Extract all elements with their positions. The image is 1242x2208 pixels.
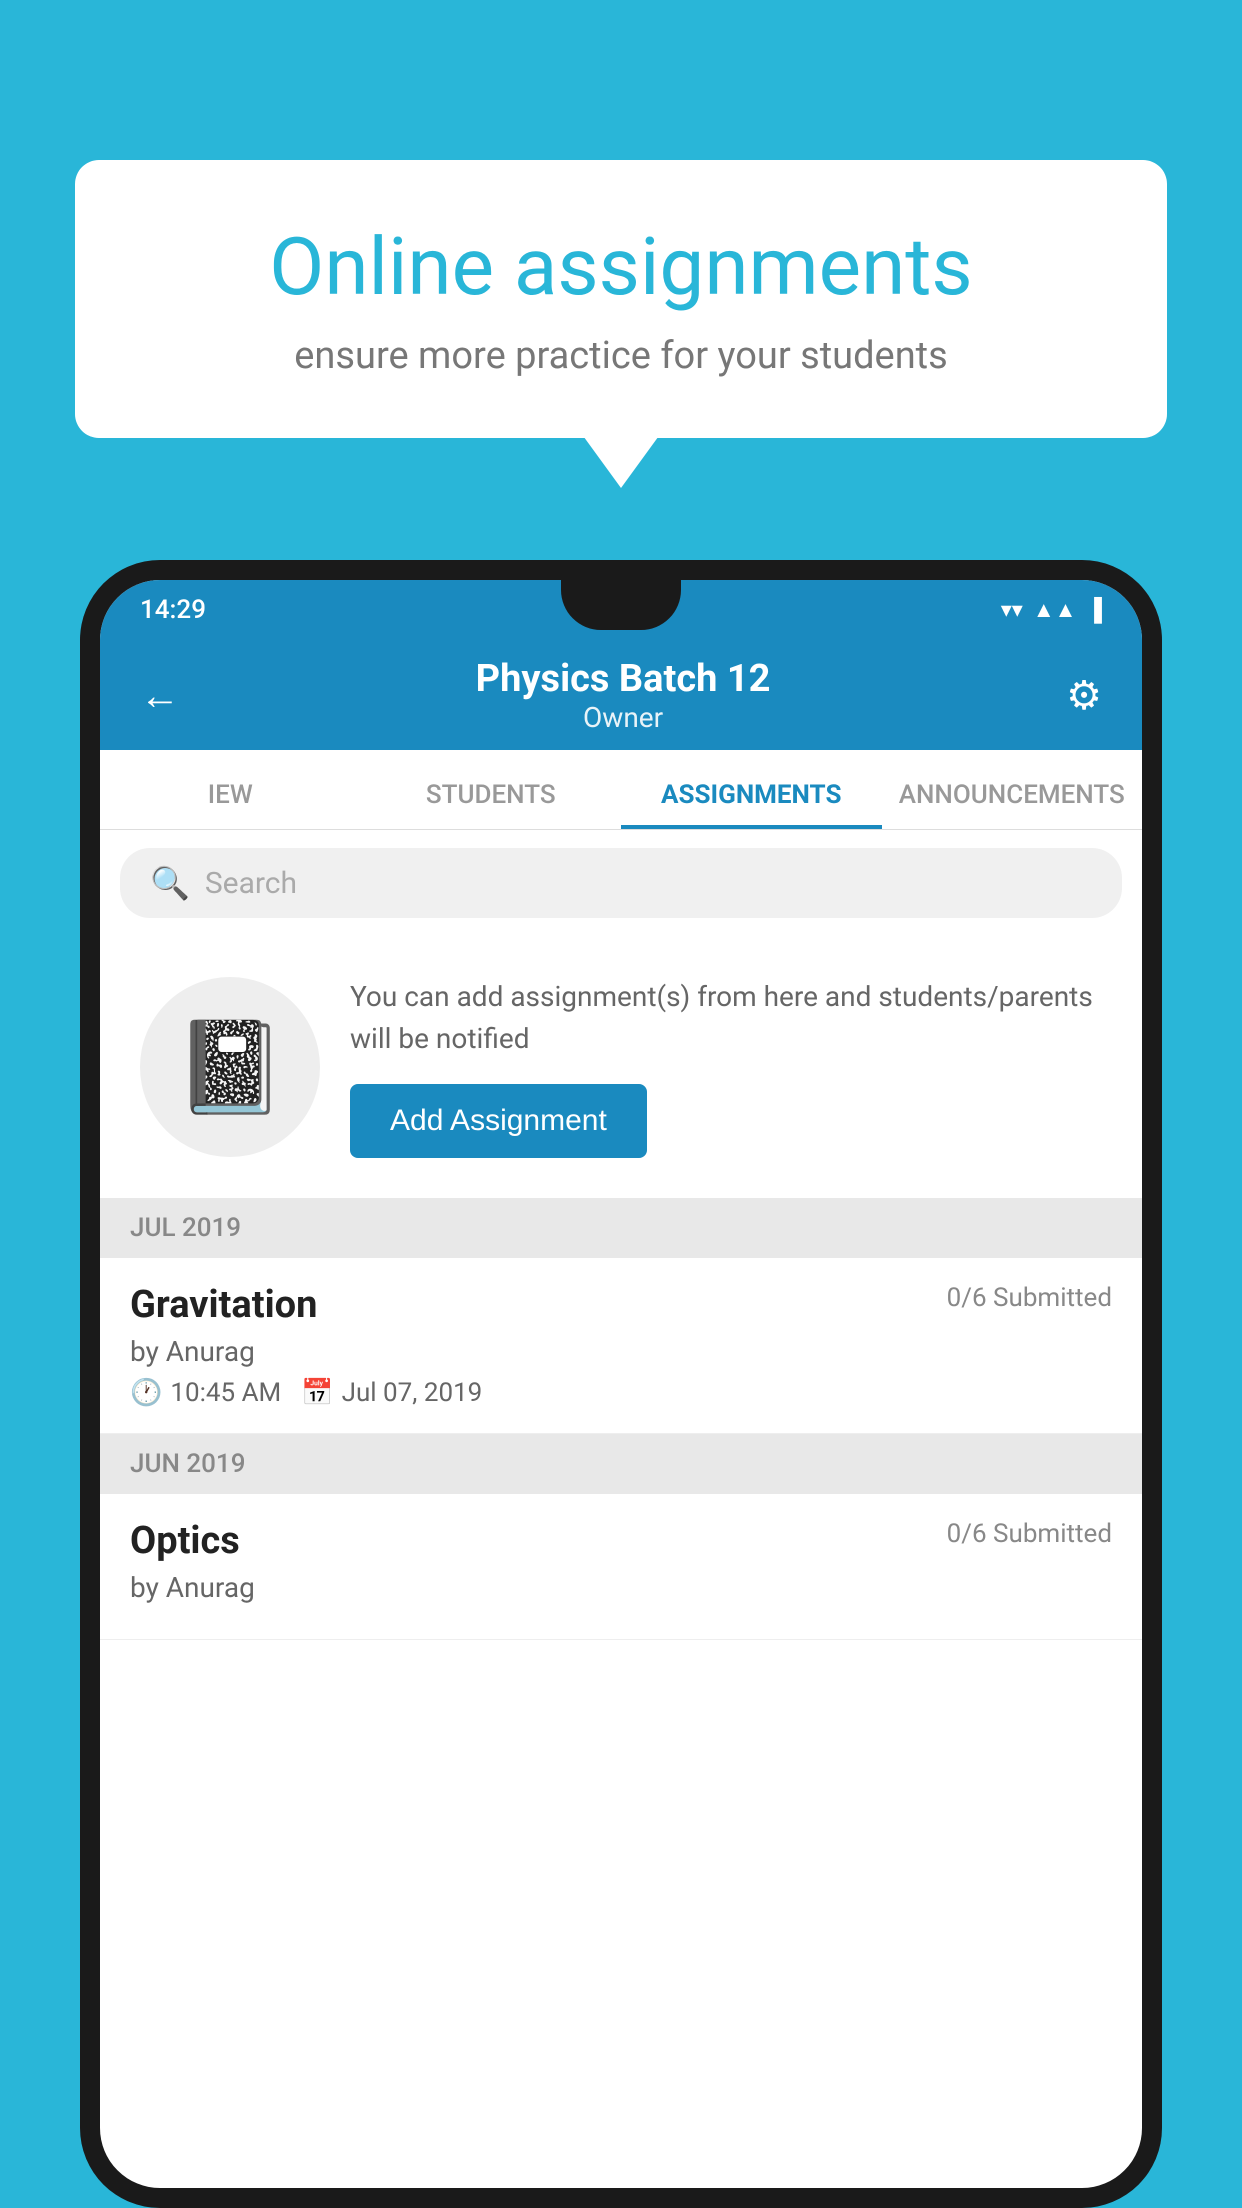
assignment-top: Gravitation 0/6 Submitted <box>130 1283 1112 1327</box>
info-text-area: You can add assignment(s) from here and … <box>350 976 1102 1158</box>
assignment-meta-gravitation: 🕐 10:45 AM 📅 Jul 07, 2019 <box>130 1378 1112 1408</box>
assignment-top-optics: Optics 0/6 Submitted <box>130 1519 1112 1563</box>
bubble-box: Online assignments ensure more practice … <box>75 160 1167 438</box>
notch <box>561 580 681 630</box>
time-meta: 🕐 10:45 AM <box>130 1378 281 1408</box>
add-assignment-button[interactable]: Add Assignment <box>350 1084 647 1158</box>
assignment-author-gravitation: by Anurag <box>130 1335 1112 1368</box>
tab-students[interactable]: STUDENTS <box>361 765 622 829</box>
battery-icon: ▐ <box>1086 597 1102 623</box>
assignment-submitted-gravitation: 0/6 Submitted <box>947 1283 1112 1313</box>
bubble-subtitle: ensure more practice for your students <box>155 334 1087 378</box>
app-header: ← Physics Batch 12 Owner ⚙ <box>100 640 1142 750</box>
assignment-submitted-optics: 0/6 Submitted <box>947 1519 1112 1549</box>
clock-icon: 🕐 <box>130 1378 162 1408</box>
settings-button[interactable]: ⚙ <box>1066 672 1102 719</box>
tab-announcements[interactable]: ANNOUNCEMENTS <box>882 765 1143 829</box>
tab-iew[interactable]: IEW <box>100 765 361 829</box>
info-card: 📓 You can add assignment(s) from here an… <box>100 936 1142 1198</box>
status-icons: ▾▾ ▲▲ ▐ <box>1001 597 1102 623</box>
assignment-title-optics: Optics <box>130 1519 240 1563</box>
phone-screen: 14:29 ▾▾ ▲▲ ▐ ← Physics Batch 12 Owner ⚙… <box>100 580 1142 2188</box>
bubble-title: Online assignments <box>155 220 1087 314</box>
section-header-jun: JUN 2019 <box>100 1434 1142 1494</box>
back-button[interactable]: ← <box>140 672 180 719</box>
content-area: 🔍 Search 📓 You can add assignment(s) fro… <box>100 830 1142 1640</box>
tab-assignments[interactable]: ASSIGNMENTS <box>621 765 882 829</box>
header-subtitle: Owner <box>476 701 771 734</box>
status-time: 14:29 <box>140 595 206 625</box>
assignment-item-gravitation[interactable]: Gravitation 0/6 Submitted by Anurag 🕐 10… <box>100 1258 1142 1434</box>
signal-icon: ▲▲ <box>1033 597 1077 623</box>
search-placeholder: Search <box>205 866 297 901</box>
assignment-icon-circle: 📓 <box>140 977 320 1157</box>
assignment-title-gravitation: Gravitation <box>130 1283 317 1327</box>
header-title: Physics Batch 12 <box>476 657 771 701</box>
calendar-icon: 📅 <box>301 1378 333 1408</box>
date-meta: 📅 Jul 07, 2019 <box>301 1378 482 1408</box>
wifi-icon: ▾▾ <box>1001 598 1023 623</box>
section-header-jul: JUL 2019 <box>100 1198 1142 1258</box>
notebook-icon: 📓 <box>174 1015 286 1120</box>
header-center: Physics Batch 12 Owner <box>476 657 771 734</box>
phone-body: 14:29 ▾▾ ▲▲ ▐ ← Physics Batch 12 Owner ⚙… <box>80 560 1162 2208</box>
phone-mockup: 14:29 ▾▾ ▲▲ ▐ ← Physics Batch 12 Owner ⚙… <box>80 560 1162 2208</box>
search-icon: 🔍 <box>150 864 190 902</box>
assignment-date: Jul 07, 2019 <box>342 1378 483 1408</box>
speech-bubble: Online assignments ensure more practice … <box>75 160 1167 438</box>
info-description: You can add assignment(s) from here and … <box>350 976 1102 1060</box>
assignment-item-optics[interactable]: Optics 0/6 Submitted by Anurag <box>100 1494 1142 1640</box>
search-container: 🔍 Search <box>100 830 1142 936</box>
assignment-time: 10:45 AM <box>170 1378 281 1408</box>
assignment-author-optics: by Anurag <box>130 1571 1112 1604</box>
tabs-bar: IEW STUDENTS ASSIGNMENTS ANNOUNCEMENTS <box>100 750 1142 830</box>
search-bar[interactable]: 🔍 Search <box>120 848 1122 918</box>
